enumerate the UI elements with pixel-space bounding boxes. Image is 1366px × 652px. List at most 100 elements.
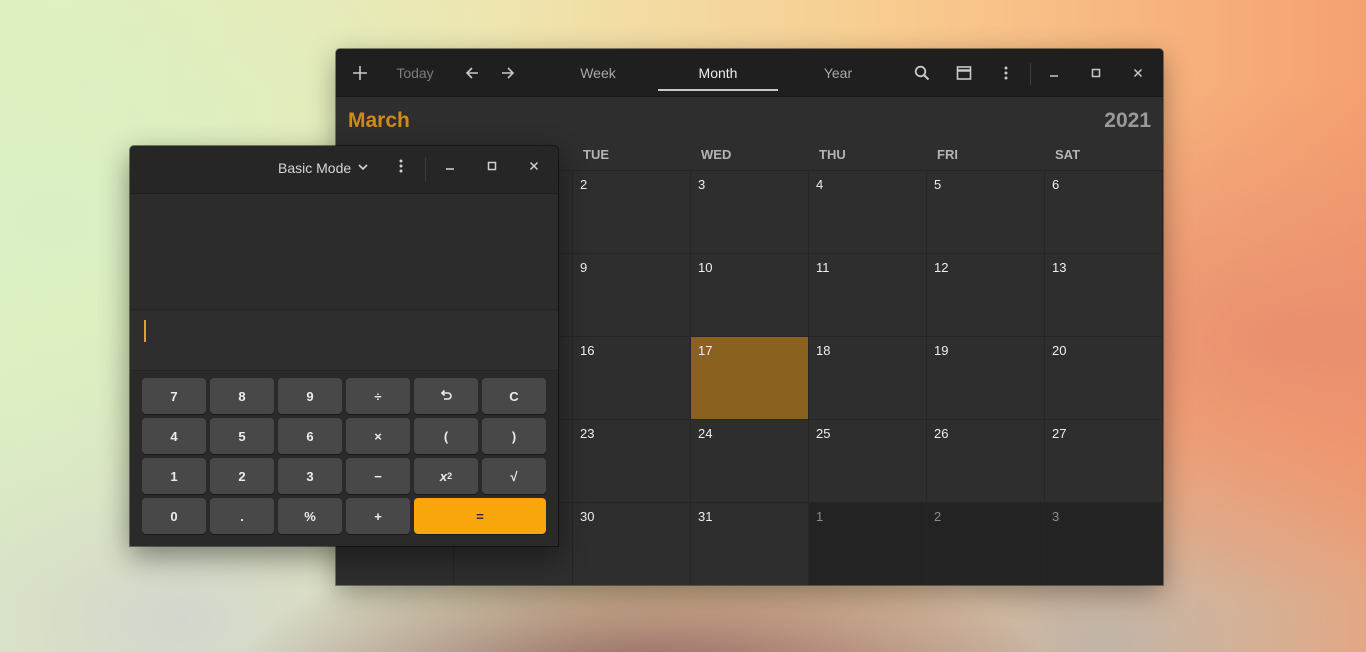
month-title: March (348, 109, 410, 132)
previous-button[interactable] (458, 49, 486, 97)
day-number: 18 (816, 343, 831, 358)
day-cell[interactable]: 10 (691, 254, 809, 337)
key-label: 2 (238, 468, 246, 484)
calendar-headerbar: Today Week Month Year (336, 49, 1163, 97)
day-cell[interactable]: 9 (573, 254, 691, 337)
day-cell[interactable]: 3 (691, 171, 809, 254)
day-number: 6 (1052, 177, 1060, 192)
day-cell[interactable]: 25 (809, 420, 927, 503)
day-number: 19 (934, 343, 949, 358)
digit-5-key[interactable]: 5 (210, 418, 274, 454)
key-label: 4 (170, 428, 178, 444)
add-key[interactable]: + (346, 498, 410, 534)
tab-week[interactable]: Week (538, 49, 658, 97)
decimal-key[interactable]: . (210, 498, 274, 534)
minimize-icon (444, 159, 456, 177)
weekday-header: THU (819, 147, 846, 162)
clear-key[interactable]: C (482, 378, 546, 414)
minimize-icon (1048, 67, 1060, 79)
undo-key[interactable] (414, 378, 478, 414)
arrow-left-icon (464, 65, 480, 81)
day-cell[interactable]: 20 (1045, 337, 1163, 420)
equals-key[interactable]: = (414, 498, 546, 534)
day-cell[interactable]: 1 (809, 503, 927, 585)
key-label: ÷ (374, 388, 382, 404)
day-cell[interactable]: 5 (927, 171, 1045, 254)
day-number: 9 (580, 260, 588, 275)
day-cell[interactable]: 23 (573, 420, 691, 503)
calendar-minimize-button[interactable] (1040, 49, 1068, 97)
key-label: 0 (170, 508, 178, 524)
subtract-key[interactable]: − (346, 458, 410, 494)
digit-7-key[interactable]: 7 (142, 378, 206, 414)
day-cell[interactable]: 4 (809, 171, 927, 254)
percent-key[interactable]: % (278, 498, 342, 534)
day-cell[interactable]: 2 (573, 171, 691, 254)
open-paren-key[interactable]: ( (414, 418, 478, 454)
calculator-window: Basic Mode 7 8 9 ÷ C 4 5 6 × () 1 2 3 −… (130, 146, 558, 546)
digit-3-key[interactable]: 3 (278, 458, 342, 494)
search-button[interactable] (908, 49, 936, 97)
multiply-key[interactable]: × (346, 418, 410, 454)
digit-0-key[interactable]: 0 (142, 498, 206, 534)
divide-key[interactable]: ÷ (346, 378, 410, 414)
calendar-menu-button[interactable] (992, 49, 1020, 97)
day-number: 26 (934, 426, 949, 441)
day-cell[interactable]: 11 (809, 254, 927, 337)
calculator-maximize-button[interactable] (477, 146, 507, 190)
day-cell[interactable]: 2 (927, 503, 1045, 585)
close-icon (1132, 67, 1144, 79)
key-label: 5 (238, 428, 246, 444)
day-cell[interactable]: 18 (809, 337, 927, 420)
day-cell[interactable]: 12 (927, 254, 1045, 337)
day-number: 20 (1052, 343, 1067, 358)
digit-1-key[interactable]: 1 (142, 458, 206, 494)
sqrt-key[interactable]: √ (482, 458, 546, 494)
day-cell[interactable]: 24 (691, 420, 809, 503)
digit-9-key[interactable]: 9 (278, 378, 342, 414)
day-cell[interactable]: 16 (573, 337, 691, 420)
day-cell[interactable]: 6 (1045, 171, 1163, 254)
digit-8-key[interactable]: 8 (210, 378, 274, 414)
day-number: 1 (816, 509, 824, 524)
day-number: 23 (580, 426, 595, 441)
view-layout-button[interactable] (950, 49, 978, 97)
calculator-close-button[interactable] (519, 146, 549, 190)
day-number: 10 (698, 260, 713, 275)
day-number: 24 (698, 426, 713, 441)
day-cell[interactable]: 26 (927, 420, 1045, 503)
day-cell[interactable]: 31 (691, 503, 809, 585)
digit-4-key[interactable]: 4 (142, 418, 206, 454)
calculator-menu-button[interactable] (386, 146, 416, 190)
chevron-down-icon (357, 160, 369, 176)
year-title: 2021 (1104, 109, 1151, 132)
day-cell[interactable]: 30 (573, 503, 691, 585)
square-key[interactable]: x2 (414, 458, 478, 494)
day-number: 2 (934, 509, 942, 524)
plus-icon (352, 65, 368, 81)
next-button[interactable] (494, 49, 522, 97)
calendar-close-button[interactable] (1124, 49, 1152, 97)
tab-year[interactable]: Year (778, 49, 898, 97)
day-cell[interactable]: 13 (1045, 254, 1163, 337)
day-number: 12 (934, 260, 949, 275)
expression-input[interactable] (130, 311, 558, 371)
calculator-minimize-button[interactable] (435, 146, 465, 190)
day-cell[interactable]: 3 (1045, 503, 1163, 585)
day-cell-today[interactable]: 17 (691, 337, 809, 420)
key-label: = (476, 508, 484, 524)
arrow-right-icon (500, 65, 516, 81)
keypad: 7 8 9 ÷ C 4 5 6 × () 1 2 3 − x 2 √ 0.% + = (130, 372, 558, 546)
add-event-button[interactable] (344, 49, 376, 97)
mode-label: Basic Mode (278, 160, 352, 176)
calendar-maximize-button[interactable] (1082, 49, 1110, 97)
mode-selector[interactable]: Basic Mode (278, 146, 369, 190)
key-label: 8 (238, 388, 246, 404)
day-number: 3 (1052, 509, 1060, 524)
day-cell[interactable]: 19 (927, 337, 1045, 420)
close-paren-key[interactable]: ) (482, 418, 546, 454)
digit-6-key[interactable]: 6 (278, 418, 342, 454)
today-button[interactable]: Today (388, 49, 442, 97)
day-cell[interactable]: 27 (1045, 420, 1163, 503)
digit-2-key[interactable]: 2 (210, 458, 274, 494)
